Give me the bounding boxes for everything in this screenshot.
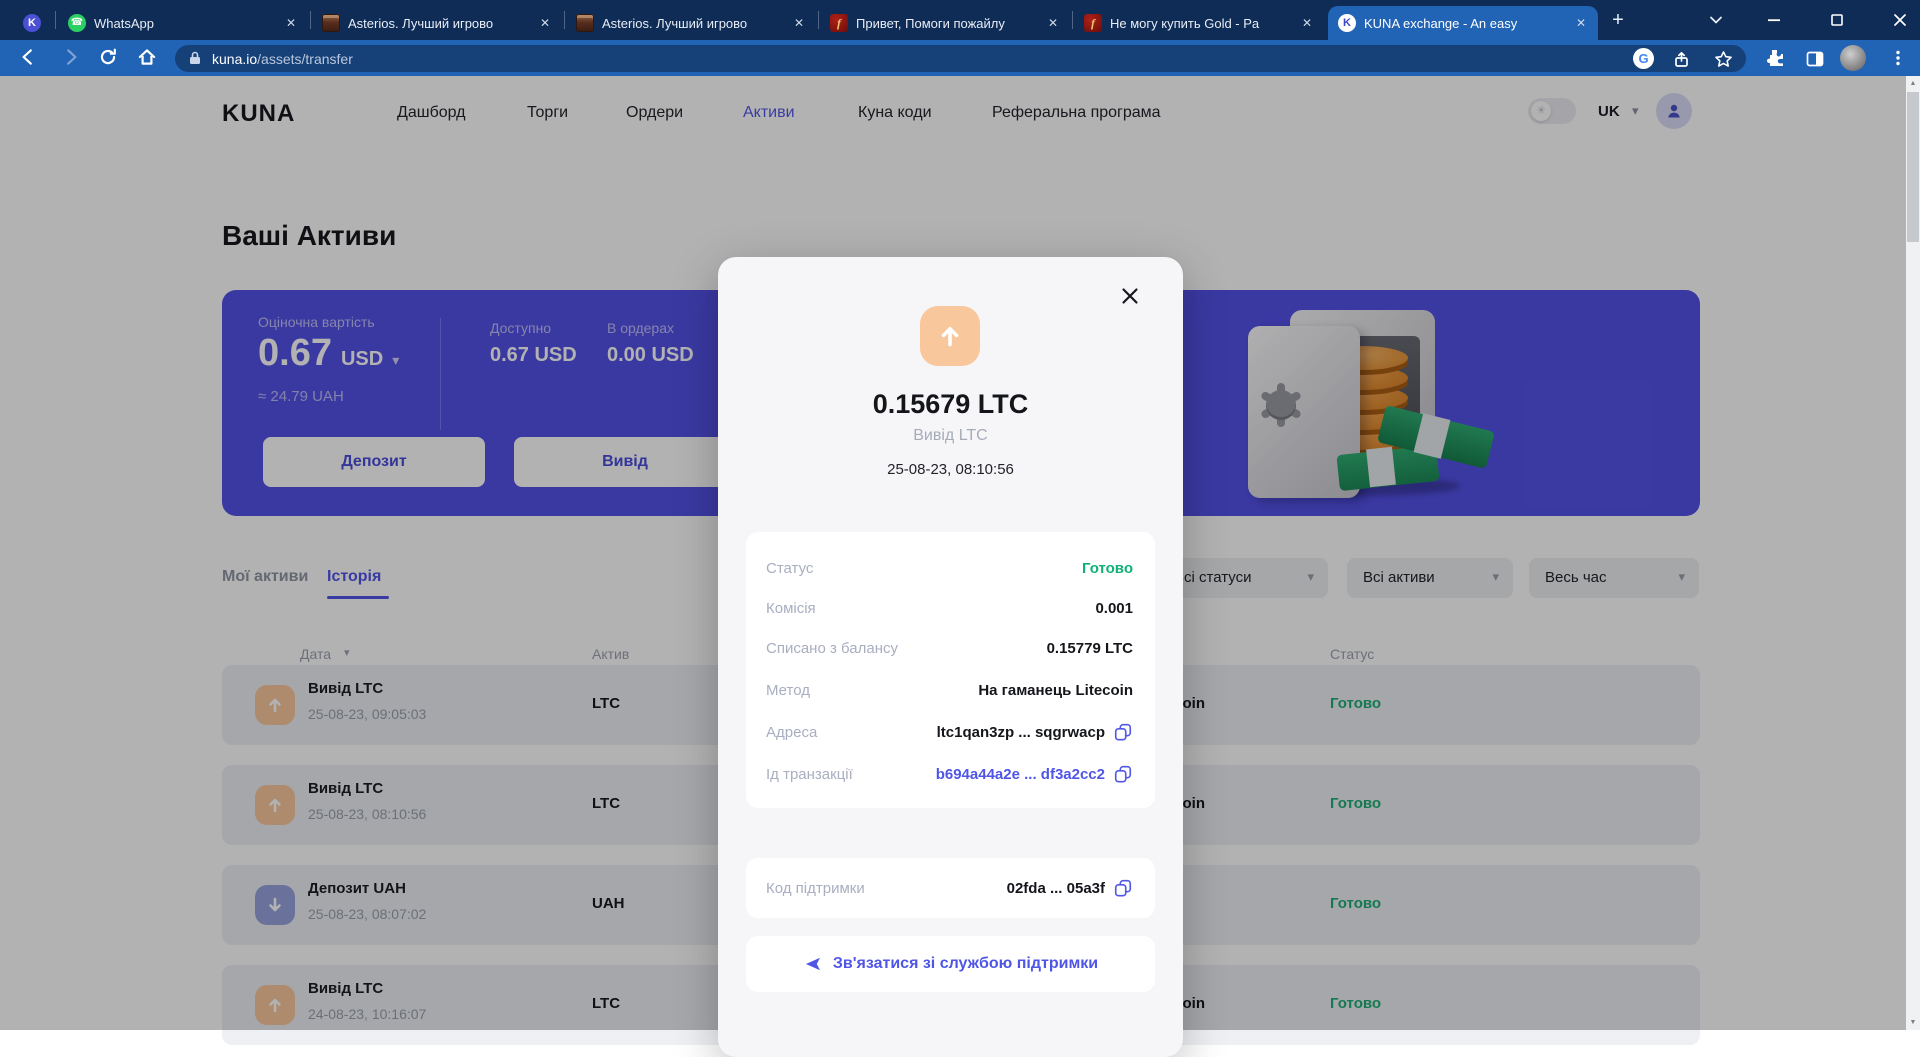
detail-value: 0.001 — [1095, 600, 1133, 617]
url-domain: kuna.io — [212, 51, 257, 67]
detail-row-status: Статус Готово — [766, 548, 1133, 588]
tab-close-icon[interactable]: ✕ — [538, 16, 552, 30]
new-tab-button[interactable]: + — [1606, 8, 1630, 32]
copy-icon[interactable] — [1113, 764, 1133, 784]
tab-close-icon[interactable]: ✕ — [1574, 16, 1588, 30]
bookmark-star-icon[interactable] — [1712, 48, 1734, 70]
kuna-favicon-icon: K — [23, 14, 41, 32]
share-icon[interactable] — [1671, 49, 1693, 71]
tab-search-chevron-icon[interactable] — [1705, 9, 1727, 31]
extensions-puzzle-icon[interactable] — [1764, 47, 1786, 69]
status-badge: Готово — [1082, 560, 1133, 577]
google-g-icon[interactable]: G — [1633, 48, 1654, 69]
paper-plane-icon — [803, 954, 823, 974]
tab-close-icon[interactable]: ✕ — [1300, 16, 1314, 30]
detail-label: Ід транзакції — [766, 766, 853, 783]
detail-value: 0.15779 LTC — [1047, 640, 1133, 657]
back-icon[interactable] — [17, 46, 39, 68]
side-panel-icon[interactable] — [1804, 48, 1826, 70]
transaction-type: Вивід LTC — [718, 427, 1183, 445]
scroll-down-icon[interactable]: ▼ — [1906, 1019, 1920, 1026]
withdraw-arrow-icon — [920, 306, 980, 366]
transaction-id-link[interactable]: b694a44a2e ... df3a2cc2 — [936, 766, 1105, 783]
tab-close-icon[interactable]: ✕ — [1046, 16, 1060, 30]
contact-support-label: Зв'язатися зі службою підтримки — [833, 955, 1098, 973]
tab-title: WhatsApp — [94, 16, 276, 31]
tab-title: Привет, Помоги пожайлу — [856, 16, 1038, 31]
window-close-button[interactable] — [1889, 9, 1911, 31]
tab-kuna-pinned[interactable]: K — [10, 6, 54, 40]
browser-tab-strip: K ☎ WhatsApp ✕ Asterios. Лучший игрово ✕… — [0, 0, 1920, 40]
asterios-favicon-icon — [576, 14, 594, 32]
support-code-label: Код підтримки — [766, 880, 865, 897]
lock-icon — [188, 50, 202, 66]
detail-label: Метод — [766, 682, 810, 699]
detail-row-debited: Списано з балансу 0.15779 LTC — [766, 628, 1133, 668]
url-bar[interactable] — [175, 45, 1746, 72]
transaction-amount: 0.15679 LTC — [718, 389, 1183, 420]
forum-favicon-icon: f — [1084, 14, 1102, 32]
tab-asterios-1[interactable]: Asterios. Лучший игрово ✕ — [312, 6, 562, 40]
detail-label: Комісія — [766, 600, 816, 617]
forward-icon[interactable] — [60, 46, 82, 68]
detail-row-txid: Ід транзакції b694a44a2e ... df3a2cc2 — [766, 754, 1133, 794]
home-icon[interactable] — [136, 46, 158, 68]
detail-label: Списано з балансу — [766, 640, 898, 657]
window-minimize-button[interactable] — [1763, 9, 1785, 31]
scrollbar-thumb[interactable] — [1907, 92, 1919, 242]
tab-title: Asterios. Лучший игрово — [348, 16, 530, 31]
wallet-address: ltc1qan3zp ... sqgrwacp — [937, 724, 1105, 741]
url-path: /assets/transfer — [257, 51, 353, 67]
window-maximize-button[interactable] — [1826, 9, 1848, 31]
details-panel: Статус Готово Комісія 0.001 Списано з ба… — [746, 532, 1155, 808]
browser-profile-avatar[interactable] — [1840, 45, 1866, 71]
tab-whatsapp[interactable]: ☎ WhatsApp ✕ — [58, 6, 308, 40]
transaction-datetime: 25-08-23, 08:10:56 — [718, 461, 1183, 478]
tab-title: Не могу купить Gold - Pa — [1110, 16, 1292, 31]
page-scrollbar[interactable]: ▲ ▼ — [1906, 76, 1920, 1030]
tab-separator — [1072, 11, 1073, 29]
tab-separator — [564, 11, 565, 29]
detail-row-method: Метод На гаманець Litecoin — [766, 670, 1133, 710]
url-text[interactable]: kuna.io/assets/transfer — [212, 51, 353, 67]
reload-icon[interactable] — [97, 46, 119, 68]
support-code-row: Код підтримки 02fda ... 05a3f — [766, 868, 1133, 908]
forum-favicon-icon: f — [830, 14, 848, 32]
tab-close-icon[interactable]: ✕ — [284, 16, 298, 30]
asterios-favicon-icon — [322, 14, 340, 32]
tab-kuna-exchange-active[interactable]: K KUNA exchange - An easy ✕ — [1328, 6, 1598, 40]
whatsapp-icon: ☎ — [68, 14, 86, 32]
tab-close-icon[interactable]: ✕ — [792, 16, 806, 30]
support-code-value: 02fda ... 05a3f — [1007, 880, 1105, 897]
tab-title: Asterios. Лучший игрово — [602, 16, 784, 31]
transaction-details-modal: 0.15679 LTC Вивід LTC 25-08-23, 08:10:56… — [718, 257, 1183, 1057]
tab-separator — [55, 11, 56, 29]
support-code-panel: Код підтримки 02fda ... 05a3f — [746, 858, 1155, 918]
copy-icon[interactable] — [1113, 878, 1133, 898]
detail-label: Адреса — [766, 724, 817, 741]
detail-row-fee: Комісія 0.001 — [766, 588, 1133, 628]
detail-row-address: Адреса ltc1qan3zp ... sqgrwacp — [766, 712, 1133, 752]
close-icon[interactable] — [1118, 284, 1142, 308]
kuna-favicon-icon: K — [1338, 14, 1356, 32]
tab-forum-privet[interactable]: f Привет, Помоги пожайлу ✕ — [820, 6, 1070, 40]
detail-label: Статус — [766, 560, 813, 577]
contact-support-button[interactable]: Зв'язатися зі службою підтримки — [746, 936, 1155, 992]
tab-forum-gold[interactable]: f Не могу купить Gold - Pa ✕ — [1074, 6, 1324, 40]
copy-icon[interactable] — [1113, 722, 1133, 742]
detail-value: На гаманець Litecoin — [978, 682, 1133, 699]
scroll-up-icon[interactable]: ▲ — [1906, 80, 1920, 87]
tab-separator — [818, 11, 819, 29]
tab-title: KUNA exchange - An easy — [1364, 16, 1566, 31]
menu-dots-icon[interactable] — [1887, 47, 1909, 69]
tab-asterios-2[interactable]: Asterios. Лучший игрово ✕ — [566, 6, 816, 40]
tab-separator — [310, 11, 311, 29]
